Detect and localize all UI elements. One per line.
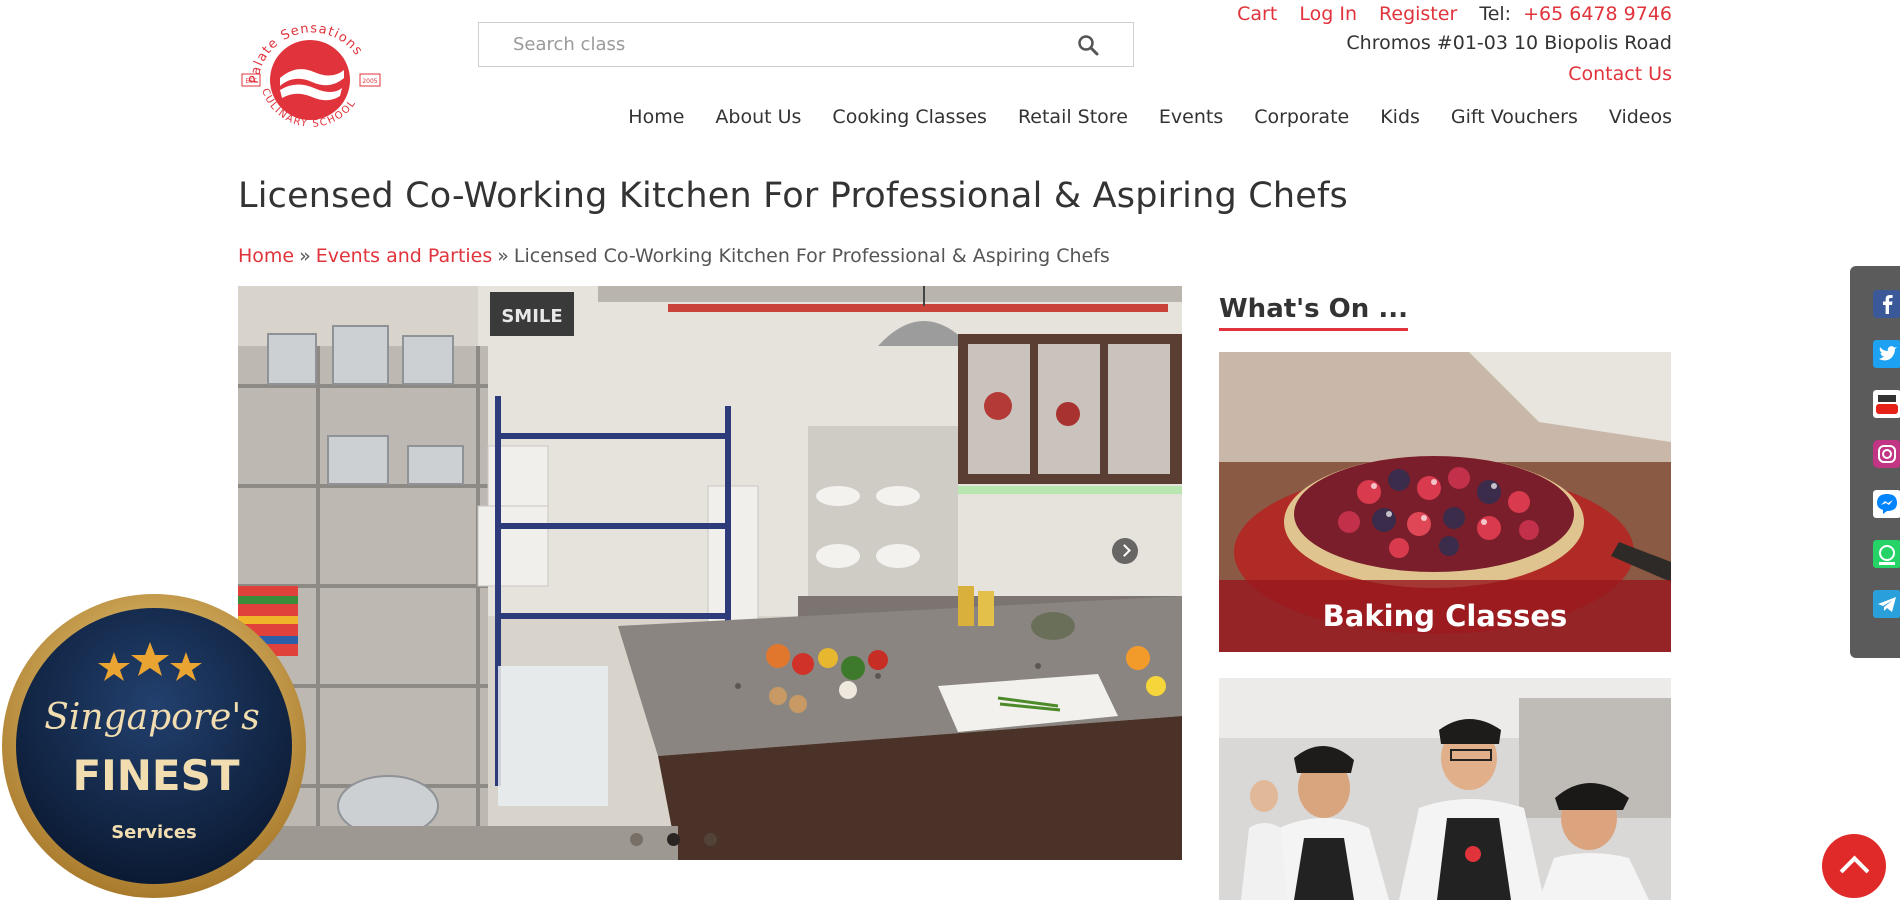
slider-next-arrow[interactable] <box>1112 538 1138 564</box>
nav-kids[interactable]: Kids <box>1380 106 1420 128</box>
tel-number-link[interactable]: +65 6478 9746 <box>1523 3 1672 25</box>
slider-dot-1[interactable] <box>630 833 643 846</box>
hero-sign-text: SMILE <box>501 306 562 327</box>
slider-dot-3[interactable] <box>704 833 717 846</box>
breadcrumb-home[interactable]: Home <box>238 245 294 267</box>
cart-link[interactable]: Cart <box>1237 3 1277 25</box>
main-nav: Home About Us Cooking Classes Retail Sto… <box>597 106 1672 128</box>
top-links: Cart Log In Register Tel: +65 6478 9746 <box>1221 2 1672 26</box>
breadcrumb-current: Licensed Co-Working Kitchen For Professi… <box>513 245 1110 267</box>
breadcrumb-events[interactable]: Events and Parties <box>316 245 493 267</box>
facebook-icon[interactable] <box>1873 290 1900 318</box>
badge-line-2: FINEST <box>72 751 239 800</box>
logo-year: 2005 <box>362 78 377 85</box>
search-icon[interactable] <box>1077 34 1099 56</box>
badge-line-1: Singapore's <box>44 697 259 738</box>
nav-about-us[interactable]: About Us <box>715 106 801 128</box>
tel-label: Tel: <box>1479 3 1512 25</box>
address: Chromos #01-03 10 Biopolis Road <box>1346 32 1672 54</box>
register-link[interactable]: Register <box>1379 3 1457 25</box>
promo-chefs-class[interactable] <box>1219 678 1671 900</box>
nav-videos[interactable]: Videos <box>1609 106 1672 128</box>
promo-baking-classes[interactable]: Baking Classes <box>1219 352 1671 652</box>
singapores-finest-badge[interactable]: Singapore's FINEST Services <box>0 592 308 900</box>
kitchen-photo: SMILE <box>238 286 1182 860</box>
youtube-icon[interactable] <box>1873 390 1900 418</box>
promo-label: Baking Classes <box>1219 580 1671 652</box>
breadcrumb: Home» Events and Parties» Licensed Co-Work… <box>238 245 1110 267</box>
slider-dot-2[interactable] <box>667 833 680 846</box>
login-link[interactable]: Log In <box>1299 3 1357 25</box>
page-title: Licensed Co-Working Kitchen For Professi… <box>238 176 1348 216</box>
nav-cooking-classes[interactable]: Cooking Classes <box>832 106 987 128</box>
logo-est: EST <box>245 78 257 85</box>
whatsapp-icon[interactable] <box>1873 540 1900 568</box>
contact-us-link[interactable]: Contact Us <box>1568 63 1672 85</box>
nav-home[interactable]: Home <box>628 106 684 128</box>
chefs-cooking-photo <box>1219 678 1671 900</box>
palate-sensations-logo[interactable]: Palate Sensations CULINARY SCHOOL EST 20… <box>236 6 386 142</box>
social-sidebar <box>1850 266 1900 658</box>
search-input[interactable] <box>513 23 1073 66</box>
breadcrumb-separator: » <box>299 245 311 267</box>
breadcrumb-separator: » <box>497 245 509 267</box>
nav-gift-vouchers[interactable]: Gift Vouchers <box>1451 106 1578 128</box>
slider-dots <box>630 833 717 846</box>
instagram-icon[interactable] <box>1873 440 1900 468</box>
hero-slider[interactable]: SMILE <box>238 286 1182 860</box>
telegram-icon[interactable] <box>1873 590 1900 618</box>
messenger-icon[interactable] <box>1873 490 1900 518</box>
nav-corporate[interactable]: Corporate <box>1254 106 1349 128</box>
nav-events[interactable]: Events <box>1159 106 1223 128</box>
back-to-top-button[interactable] <box>1822 834 1886 898</box>
badge-line-3: Services <box>111 822 197 843</box>
whats-on-heading: What's On ... <box>1219 294 1408 331</box>
search-bar <box>478 22 1134 67</box>
nav-retail-store[interactable]: Retail Store <box>1018 106 1128 128</box>
twitter-icon[interactable] <box>1873 340 1900 368</box>
